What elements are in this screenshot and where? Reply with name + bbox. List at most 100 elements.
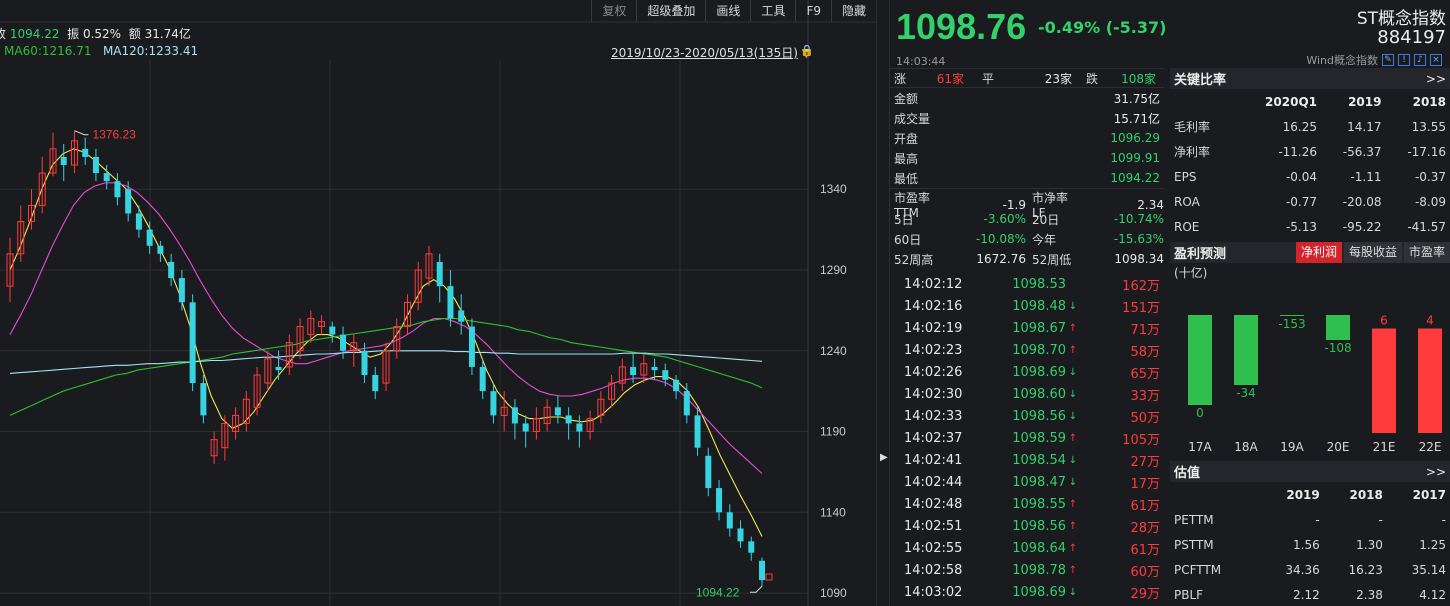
table-row: ROE -5.13 -95.22 -41.57 [1170, 214, 1450, 239]
tick-row[interactable]: 14:02:48 1098.55 ↑ 61万 [890, 493, 1164, 515]
candle [554, 396, 561, 424]
alert-icon[interactable]: ! [1398, 54, 1410, 66]
tick-row[interactable]: 14:02:26 1098.69 ↓ 65万 [890, 361, 1164, 383]
lock-icon[interactable]: 🔒 [800, 44, 814, 58]
ratios-more-button[interactable]: >> [1426, 72, 1446, 86]
candle [296, 318, 304, 359]
candle [694, 407, 701, 456]
stat-label: 成交量 [894, 111, 931, 126]
tab-pe[interactable]: 市盈率 [1403, 242, 1450, 263]
candle-body [458, 310, 465, 322]
stat-value: 2.34 [1137, 197, 1164, 212]
tools-button[interactable]: 工具 [750, 0, 795, 22]
candle-body [372, 375, 379, 392]
amount-label: 额 [128, 27, 141, 41]
candle-body [468, 326, 475, 367]
row-label: PETTM [1174, 512, 1214, 527]
stat-row: 金额 31.75亿 [890, 88, 1164, 108]
forecast-bar-label: 4 [1426, 314, 1434, 328]
hide-button[interactable]: 隐藏 [830, 0, 876, 22]
tick-row[interactable]: 14:02:51 1098.56 ↑ 28万 [890, 515, 1164, 537]
panel-collapse-bar[interactable]: ▶ [876, 0, 890, 606]
row-label: PSTTM [1174, 537, 1214, 552]
tick-row[interactable]: 14:02:30 1098.60 ↓ 33万 [890, 383, 1164, 405]
tick-row[interactable]: 14:02:19 1098.67 ↑ 71万 [890, 317, 1164, 339]
candle [597, 391, 605, 424]
tick-row[interactable]: 14:03:02 1098.69 ↓ 29万 [890, 581, 1164, 603]
tick-time: 14:02:12 [904, 276, 963, 292]
close-icon[interactable]: × [1430, 54, 1442, 66]
tick-row[interactable]: 14:02:41 1098.54 ↓ 27万 [890, 449, 1164, 471]
row-label: EPS [1174, 169, 1197, 184]
tick-row[interactable]: 14:02:44 1098.47 ↓ 17万 [890, 471, 1164, 493]
cell-value: 16.25 [1282, 119, 1317, 134]
y-tick-label: 1290 [820, 263, 847, 277]
current-marker-icon [765, 573, 773, 581]
tick-volume: 58万 [1130, 344, 1160, 360]
expand-arrow-icon[interactable]: ▶ [880, 452, 888, 463]
ma-legend: MA60:1216.71 MA120:1233.41 [4, 44, 198, 60]
candle [403, 294, 411, 335]
tick-volume: 162万 [1122, 278, 1160, 294]
kline-chart[interactable]: 1340 1290 1240 1190 1140 1090 1376.23 1094.22 [0, 0, 876, 606]
date-range[interactable]: 2019/10/23-2020/05/13(135日) ▼ [611, 44, 811, 60]
down-arrow-icon: ↓ [1068, 476, 1078, 488]
edit-icon[interactable]: ✎ [1382, 54, 1394, 66]
f9-button[interactable]: F9 [795, 0, 831, 22]
row-label: ROE [1174, 219, 1200, 234]
candle-body [759, 560, 765, 581]
cell-value: 1.56 [1293, 537, 1320, 552]
tick-row[interactable]: 14:02:12 1098.53 162万 [890, 273, 1164, 295]
tick-row[interactable]: 14:02:16 1098.48 ↓ 151万 [890, 295, 1164, 317]
stats-grid: 市盈率TTM -1.9 市净率LF 2.34 5日 -3.60% 20日 -10.74% 60日… [890, 189, 1164, 269]
tab-net-profit[interactable]: 净利润 [1295, 242, 1342, 263]
tick-row[interactable]: 14:02:37 1098.59 ↑ 105万 [890, 427, 1164, 449]
cell-value: 14.17 [1347, 119, 1382, 134]
valuation-more-button[interactable]: >> [1426, 465, 1446, 479]
candle-body [490, 391, 497, 416]
kline-chart-area[interactable]: 1340 1290 1240 1190 1140 1090 1376.23 1094.22 复… [0, 0, 876, 606]
candle-body [329, 326, 336, 335]
candle [608, 375, 616, 408]
close-label: 收 [0, 27, 7, 41]
col-header: 2018 [1412, 94, 1446, 109]
tick-list[interactable]: 14:02:12 1098.53 162万 14:02:16 1098.48 ↓ 151万 1… [890, 273, 1164, 603]
col-header: 2019 [1348, 94, 1382, 109]
overlay-button[interactable]: 超级叠加 [636, 0, 705, 22]
tick-row[interactable]: 14:02:58 1098.78 ↑ 60万 [890, 559, 1164, 581]
adjust-button[interactable]: 复权 [591, 0, 636, 22]
tick-volume: 27万 [1130, 454, 1160, 470]
table-row: PETTM - - - [1170, 507, 1450, 532]
forecast-category-label: 19A [1280, 440, 1304, 454]
tick-volume: 71万 [1130, 322, 1160, 338]
tick-price: 1098.47 [1012, 474, 1066, 490]
candle [543, 399, 551, 432]
cell-value: 16.23 [1348, 562, 1383, 577]
draw-button[interactable]: 画线 [705, 0, 750, 22]
stat-value: -1.9 [1002, 197, 1026, 212]
tick-row[interactable]: 14:02:55 1098.64 ↑ 61万 [890, 537, 1164, 559]
candle [60, 144, 67, 182]
tick-price: 1098.67 [1012, 320, 1066, 336]
forecast-title: 盈利预测 [1174, 247, 1227, 262]
candle-body [340, 334, 347, 351]
y-tick-label: 1240 [820, 344, 847, 358]
tab-eps[interactable]: 每股收益 [1343, 242, 1402, 263]
down-label: 跌 [1085, 71, 1098, 86]
ratios-table: 2020Q1 2019 2018 毛利率 16.25 14.17 13.55 净利率 -11.2… [1170, 89, 1450, 239]
date-range-text[interactable]: 2019/10/23-2020/05/13(135日) [611, 46, 798, 60]
candle [532, 407, 540, 440]
tick-row[interactable]: 14:02:33 1098.56 ↓ 50万 [890, 405, 1164, 427]
candle [522, 415, 529, 448]
candle [70, 130, 78, 174]
tick-row[interactable]: 14:02:23 1098.70 ↑ 58万 [890, 339, 1164, 361]
valuation-header[interactable]: 估值 >> [1170, 461, 1450, 482]
tick-price: 1098.55 [1012, 496, 1066, 512]
tick-volume: 33万 [1130, 388, 1160, 404]
candle-body [726, 512, 733, 529]
table-row: PSTTM 1.56 1.30 1.25 [1170, 532, 1450, 557]
candle [232, 407, 240, 440]
ratios-header[interactable]: 关键比率 >> [1170, 68, 1450, 89]
bell-icon[interactable]: ♪ [1414, 54, 1426, 66]
candle-body [168, 261, 175, 279]
